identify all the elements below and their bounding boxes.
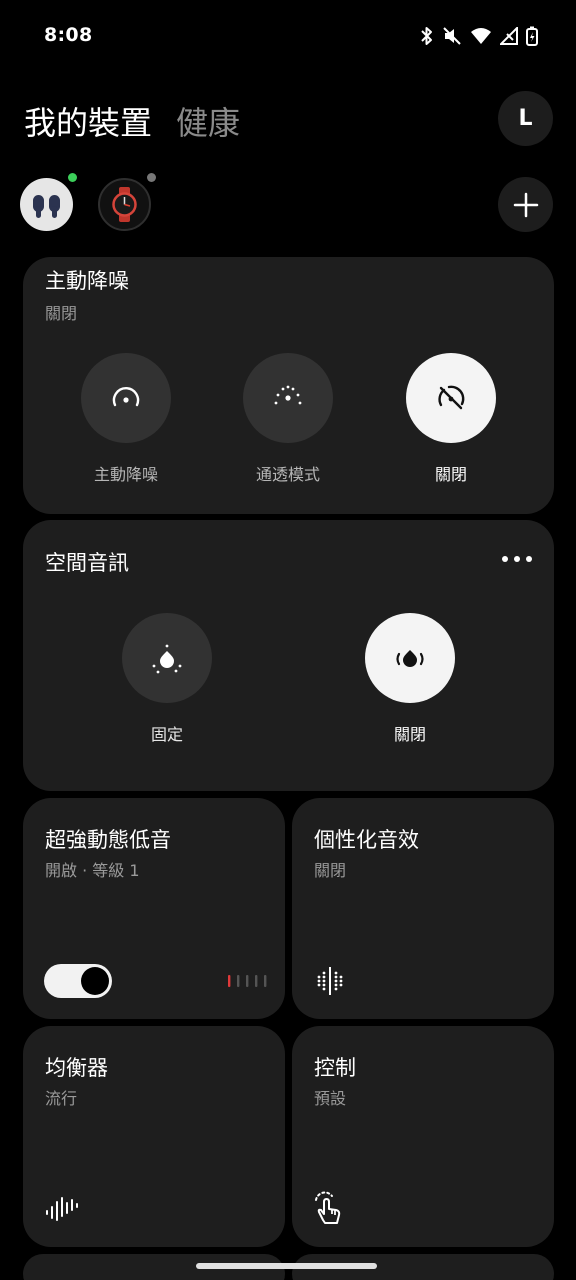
personal-sound-icon xyxy=(317,967,343,995)
mode-transparency[interactable]: 通透模式 xyxy=(243,353,333,485)
mode-fixed[interactable]: 固定 xyxy=(122,613,212,745)
home-indicator[interactable] xyxy=(196,1263,377,1269)
disconnected-indicator xyxy=(147,173,156,182)
mode-fixed-label: 固定 xyxy=(150,725,183,744)
bass-level-indicator xyxy=(228,975,267,987)
device-earbuds[interactable] xyxy=(20,178,73,231)
noise-off-button[interactable] xyxy=(406,353,496,443)
screen: 8:08 我的裝置 健康 L 主動降噪 關閉 主動降噪 通透模式 關閉 空間音訊… xyxy=(0,0,576,1280)
equalizer-title: 均衡器 xyxy=(45,1056,108,1080)
noise-control-card: 主動降噪 關閉 主動降噪 通透模式 關閉 xyxy=(23,257,554,514)
bass-title: 超強動態低音 xyxy=(45,828,171,852)
mode-spatial-off-label: 關閉 xyxy=(393,725,426,744)
controls-preset: 預設 xyxy=(314,1089,347,1108)
anc-icon xyxy=(112,387,140,407)
controls-card[interactable]: 控制 預設 xyxy=(292,1026,554,1247)
device-watch[interactable] xyxy=(98,178,151,231)
mute-icon xyxy=(443,27,461,45)
anc-button[interactable] xyxy=(81,353,171,443)
account-avatar[interactable]: L xyxy=(498,91,553,146)
bass-status: 開啟 · 等級 1 xyxy=(45,861,140,880)
bluetooth-icon xyxy=(421,27,432,45)
noise-control-status: 關閉 xyxy=(45,304,78,323)
spatial-fixed-icon xyxy=(152,644,182,674)
equalizer-card[interactable]: 均衡器 流行 xyxy=(23,1026,285,1247)
earbuds-icon xyxy=(33,195,60,218)
spatial-audio-card: 空間音訊 固定 關閉 xyxy=(23,520,554,791)
mode-off-label: 關閉 xyxy=(434,465,467,484)
header-tabs: 我的裝置 健康 xyxy=(24,98,240,144)
mode-transparency-label: 通透模式 xyxy=(255,465,320,484)
more-options-icon[interactable] xyxy=(502,556,532,562)
tab-health[interactable]: 健康 xyxy=(176,98,240,144)
signal-icon xyxy=(500,27,518,45)
spatial-off-icon xyxy=(396,650,424,667)
bass-card[interactable]: 超強動態低音 開啟 · 等級 1 xyxy=(23,798,285,1019)
mode-spatial-off[interactable]: 關閉 xyxy=(365,613,455,745)
noise-off-icon xyxy=(438,385,465,410)
personal-sound-title: 個性化音效 xyxy=(314,828,419,852)
status-time: 8:08 xyxy=(44,24,93,46)
mode-anc-label: 主動降噪 xyxy=(93,465,158,484)
noise-control-title: 主動降噪 xyxy=(45,269,129,293)
connected-indicator xyxy=(68,173,77,182)
touch-gesture-icon xyxy=(315,1191,341,1224)
personal-sound-card[interactable]: 個性化音效 關閉 xyxy=(292,798,554,1019)
equalizer-icon xyxy=(46,1197,78,1221)
controls-title: 控制 xyxy=(314,1056,356,1080)
bass-toggle-knob xyxy=(81,967,109,995)
mode-anc[interactable]: 主動降噪 xyxy=(81,353,171,485)
plus-icon xyxy=(513,192,538,217)
add-device-button[interactable] xyxy=(498,177,553,232)
mode-off[interactable]: 關閉 xyxy=(406,353,496,485)
spatial-audio-title: 空間音訊 xyxy=(45,551,129,575)
tab-my-devices[interactable]: 我的裝置 xyxy=(24,98,152,144)
watch-icon xyxy=(112,187,137,222)
battery-icon xyxy=(526,26,538,46)
bass-toggle[interactable] xyxy=(44,964,112,998)
personal-sound-status: 關閉 xyxy=(314,861,347,880)
status-icons xyxy=(420,26,538,46)
transparency-icon xyxy=(274,385,302,405)
transparency-button[interactable] xyxy=(243,353,333,443)
equalizer-preset: 流行 xyxy=(45,1089,78,1108)
fixed-button[interactable] xyxy=(122,613,212,703)
spatial-off-button[interactable] xyxy=(365,613,455,703)
wifi-icon xyxy=(471,28,491,44)
